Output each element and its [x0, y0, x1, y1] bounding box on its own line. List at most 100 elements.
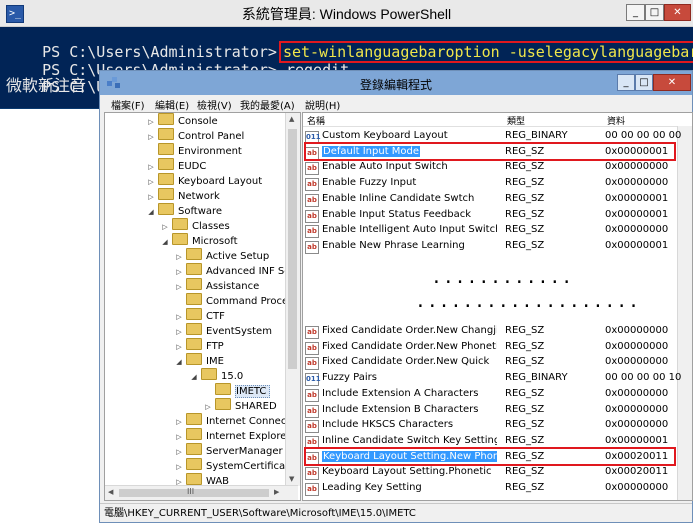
value-row[interactable]: ab Include HKSCS Characters REG_SZ 0x000000…: [303, 417, 678, 434]
expand-icon[interactable]: ▷: [147, 190, 155, 205]
menu-favorites[interactable]: 我的最愛(A): [240, 97, 295, 112]
tree-horizontal-scrollbar[interactable]: ◀ III ▶: [105, 485, 298, 500]
close-button[interactable]: ✕: [664, 4, 691, 21]
scroll-up-icon[interactable]: ▲: [289, 115, 294, 123]
minimize-button[interactable]: _: [617, 74, 635, 91]
expand-icon[interactable]: ▷: [161, 220, 169, 235]
column-data[interactable]: 資料: [607, 114, 625, 127]
value-row[interactable]: ab Include Extension B Characters REG_SZ 0x…: [303, 402, 678, 418]
expand-icon[interactable]: ▷: [147, 115, 155, 130]
tree-scroll-thumb[interactable]: [288, 129, 297, 369]
tree-item[interactable]: ▷ EventSystem: [175, 323, 272, 338]
expand-icon[interactable]: ▷: [175, 250, 183, 265]
value-row[interactable]: ab Include Extension A Characters REG_SZ 0x…: [303, 386, 678, 402]
expand-icon[interactable]: ▷: [147, 175, 155, 190]
value-row[interactable]: ab Fixed Candidate Order.New Changjie REG_…: [303, 323, 678, 339]
collapse-icon[interactable]: ◢: [190, 370, 198, 385]
powershell-titlebar[interactable]: >_ 系統管理員: Windows PowerShell _ □ ✕: [0, 0, 693, 27]
value-row[interactable]: ab Enable Fuzzy Input REG_SZ 0x00000000: [303, 175, 678, 192]
regedit-titlebar[interactable]: 登錄編輯程式 _ □ ✕: [100, 71, 692, 95]
value-row[interactable]: 011Fuzzy Pairs REG_BINARY 00 00 00 00 10: [303, 370, 681, 387]
tree-item[interactable]: ◢ IME: [175, 353, 224, 368]
close-button[interactable]: ✕: [653, 74, 691, 91]
tree-item[interactable]: ▷ ServerManager: [175, 443, 283, 458]
scroll-left-icon[interactable]: ◀: [108, 488, 113, 496]
tree-item-label: Console: [178, 116, 218, 127]
value-row[interactable]: ab Enable Input Status Feedback REG_SZ 0x00…: [303, 207, 678, 223]
collapse-icon[interactable]: ◢: [161, 235, 169, 250]
scroll-right-icon[interactable]: ▶: [274, 488, 279, 496]
expand-icon[interactable]: ▷: [175, 310, 183, 325]
expand-icon[interactable]: ▷: [175, 265, 183, 280]
values-header: 名稱 類型 資料: [303, 113, 692, 127]
tree-item[interactable]: Command Proce: [175, 293, 288, 308]
value-name-cell: ab Enable Intelligent Auto Input Switch: [305, 222, 497, 239]
tree-item[interactable]: ◢ Software: [147, 203, 222, 218]
value-row[interactable]: ab Keyboard Layout Setting.Phonetic REG_SZ…: [303, 464, 678, 481]
collapse-icon[interactable]: ◢: [147, 205, 155, 220]
value-row[interactable]: ab Fixed Candidate Order.New Phonetic REG_…: [303, 339, 678, 355]
tree-item[interactable]: ◢ Microsoft: [161, 233, 238, 248]
expand-icon[interactable]: ▷: [147, 160, 155, 175]
tree-item[interactable]: ▷ FTP: [175, 338, 224, 353]
tree-item[interactable]: ◢ 15.0: [190, 368, 243, 383]
maximize-button[interactable]: □: [635, 74, 653, 91]
expand-icon[interactable]: ▷: [175, 325, 183, 340]
expand-icon[interactable]: ▷: [204, 400, 212, 415]
value-row[interactable]: ab Enable New Phrase Learning REG_SZ 0x0000…: [303, 238, 678, 254]
value-data: 0x00000000: [605, 177, 669, 189]
menu-edit[interactable]: 編輯(E): [155, 97, 189, 112]
maximize-button[interactable]: □: [645, 4, 664, 21]
menu-help[interactable]: 說明(H): [305, 97, 340, 112]
tree-item[interactable]: ▷ Internet Explorer: [175, 428, 291, 443]
tree-item[interactable]: ▷ Network: [147, 188, 220, 203]
tree-item[interactable]: ▷ Control Panel: [147, 128, 244, 143]
values-vertical-scrollbar[interactable]: [677, 126, 692, 500]
tree-item[interactable]: ▷ Keyboard Layout: [147, 173, 262, 188]
expand-icon[interactable]: ▷: [175, 415, 183, 430]
menu-file[interactable]: 檔案(F): [111, 97, 145, 112]
collapse-icon[interactable]: ◢: [175, 355, 183, 370]
tree-item[interactable]: ▷ Console: [147, 113, 218, 128]
folder-icon: [158, 173, 174, 185]
expand-icon[interactable]: ▷: [175, 430, 183, 445]
tree-item[interactable]: ▷ SystemCertificate: [175, 458, 295, 473]
tree-vertical-scrollbar[interactable]: ▲ ▼: [285, 113, 300, 486]
column-type[interactable]: 類型: [507, 114, 525, 127]
highlight-box: [304, 141, 676, 161]
tree-item[interactable]: ▷ EUDC: [147, 158, 206, 173]
column-name[interactable]: 名稱: [307, 114, 325, 127]
tree-item[interactable]: ▷ Advanced INF Se: [175, 263, 290, 278]
expand-icon[interactable]: ▷: [147, 130, 155, 145]
tree-item[interactable]: ▷ Classes: [161, 218, 230, 233]
expand-icon[interactable]: ▷: [175, 280, 183, 295]
tree-item[interactable]: ▷ SHARED: [204, 398, 277, 413]
folder-icon: [186, 443, 202, 455]
minimize-button[interactable]: _: [626, 4, 645, 21]
tree-item[interactable]: ▷ Internet Connecti: [175, 413, 293, 428]
tree-item[interactable]: Environment: [147, 143, 242, 158]
value-row[interactable]: ab Fixed Candidate Order.New Quick REG_SZ 0…: [303, 354, 678, 371]
ime-indicator[interactable]: 微軟新注音: [6, 72, 86, 96]
tree-item[interactable]: IMETC: [204, 383, 271, 398]
value-row[interactable]: ab Enable Auto Input Switch REG_SZ 0x000000…: [303, 159, 678, 176]
value-row[interactable]: ab Leading Key Setting REG_SZ 0x00000000: [303, 480, 678, 496]
value-name-cell: ab Enable Input Status Feedback: [305, 207, 497, 223]
tree-item[interactable]: ▷ CTF: [175, 308, 225, 323]
scroll-down-icon[interactable]: ▼: [289, 475, 294, 483]
expand-icon[interactable]: ▷: [175, 460, 183, 475]
registry-tree[interactable]: ▷ WAB ▷ SystemCertificate ▷ ServerManager ▷ Int…: [104, 112, 301, 501]
value-type: REG_SZ: [505, 239, 545, 251]
tree-item[interactable]: ▷ Assistance: [175, 278, 259, 293]
expand-icon[interactable]: ▷: [175, 445, 183, 460]
values-pane[interactable]: 名稱 類型 資料 ............ ..................…: [302, 112, 693, 501]
tree-item-label: Command Proce: [206, 296, 289, 307]
value-type: REG_SZ: [505, 466, 545, 478]
value-row[interactable]: ab Enable Intelligent Auto Input Switch RE…: [303, 222, 678, 239]
regedit-window[interactable]: 登錄編輯程式 _ □ ✕ 檔案(F) 編輯(E) 檢視(V) 我的最愛(A) 說…: [99, 70, 693, 523]
menu-view[interactable]: 檢視(V): [197, 97, 232, 112]
folder-icon: [186, 353, 202, 365]
value-row[interactable]: ab Enable Inline Candidate Swtch REG_SZ 0x0…: [303, 191, 678, 207]
expand-icon[interactable]: ▷: [175, 340, 183, 355]
tree-item[interactable]: ▷ Active Setup: [175, 248, 269, 263]
